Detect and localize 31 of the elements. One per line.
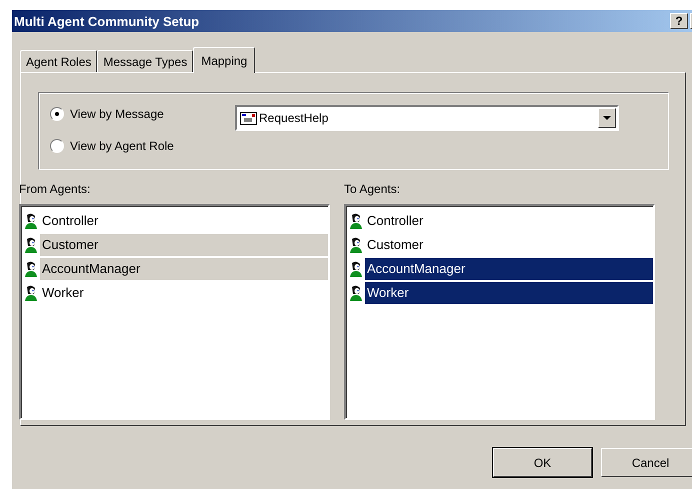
- agent-list-item[interactable]: Customer: [40, 234, 328, 256]
- cancel-button[interactable]: Cancel: [601, 448, 692, 477]
- person-icon: [24, 261, 38, 277]
- tab[interactable]: Message Types: [97, 50, 194, 72]
- person-icon: [24, 285, 38, 301]
- help-button[interactable]: ?: [670, 13, 688, 29]
- agent-list-item[interactable]: Worker: [365, 282, 653, 304]
- list-label: To Agents:: [344, 182, 402, 198]
- caret-icon: [603, 116, 611, 120]
- person-icon: [349, 285, 363, 301]
- radio-option[interactable]: View by Agent Role: [50, 137, 235, 155]
- person-icon: [349, 213, 363, 229]
- person-icon: [349, 237, 363, 253]
- tab[interactable]: Agent Roles: [20, 50, 98, 72]
- radio-option[interactable]: View by Message: [50, 105, 235, 123]
- person-icon: [349, 261, 363, 277]
- person-icon: [24, 213, 38, 229]
- agent-list-item[interactable]: AccountManager: [40, 258, 328, 280]
- agent-list-item[interactable]: Controller: [365, 210, 653, 232]
- tab[interactable]: Mapping: [193, 47, 256, 73]
- person-icon: [24, 237, 38, 253]
- agent-list-item[interactable]: Worker: [40, 282, 328, 304]
- window-title: Multi Agent Community Setup: [14, 14, 200, 28]
- agent-list-item[interactable]: Customer: [365, 234, 653, 256]
- list-label: From Agents:: [19, 182, 92, 198]
- ok-button[interactable]: OK: [493, 448, 592, 477]
- agent-list-item[interactable]: Controller: [40, 210, 328, 232]
- message-dropdown[interactable]: RequestHelp: [235, 105, 619, 131]
- envelope-icon: [240, 112, 257, 124]
- agent-list-item[interactable]: AccountManager: [365, 258, 653, 280]
- dropdown-arrow-button[interactable]: [598, 108, 616, 128]
